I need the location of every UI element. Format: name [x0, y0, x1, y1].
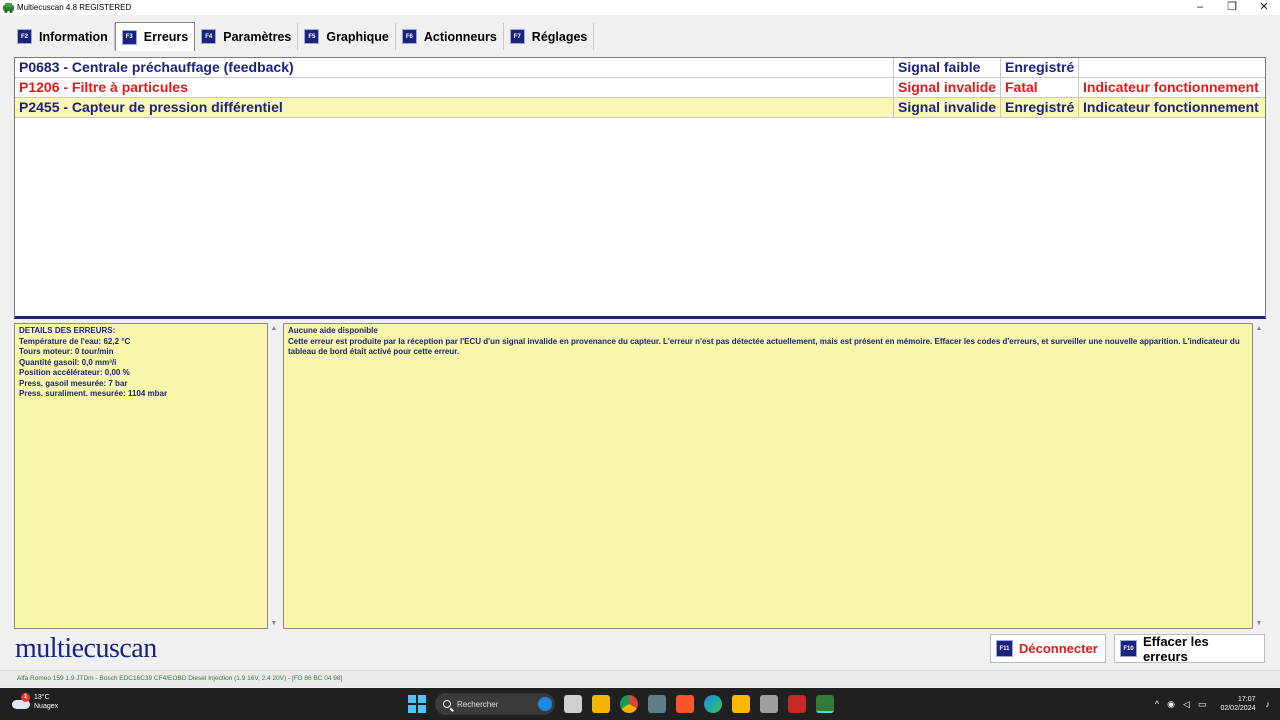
brave-icon[interactable] — [676, 695, 694, 713]
error-code: P0683 - Centrale préchauffage (feedback) — [15, 58, 894, 77]
volume-icon[interactable]: ◁ — [1183, 699, 1190, 710]
battery-icon[interactable]: ▭ — [1198, 699, 1207, 710]
details-line: Position accélérateur: 0,00 % — [19, 368, 130, 377]
tab-label: Erreurs — [143, 30, 189, 44]
clock-time: 17:07 — [1237, 696, 1256, 703]
tab-parametres[interactable]: F4 Paramètres — [195, 23, 299, 50]
error-code: P1206 - Filtre à particules — [15, 78, 894, 97]
scroll-up-icon[interactable]: ▲ — [1253, 325, 1265, 332]
error-list[interactable]: P0683 - Centrale préchauffage (feedback)… — [14, 57, 1266, 319]
error-row[interactable]: P1206 - Filtre à particules Signal inval… — [15, 78, 1265, 98]
error-signal: Signal invalide — [894, 78, 1001, 97]
file-explorer-icon[interactable] — [592, 695, 610, 713]
f-key-badge: F10 — [1120, 640, 1137, 657]
error-status: Enregistré — [1001, 58, 1079, 77]
chrome-icon[interactable] — [620, 695, 638, 713]
error-status: Enregistré — [1001, 98, 1079, 117]
error-signal: Signal invalide — [894, 98, 1001, 117]
multiecuscan-taskbar-icon[interactable] — [816, 695, 834, 713]
tab-label: Réglages — [531, 29, 588, 44]
multiecuscan-logo: multiecuscan — [15, 633, 157, 664]
details-title: DETAILS DES ERREURS: — [19, 326, 116, 335]
details-line: Quantité gasoil: 0,0 mm³/i — [19, 357, 117, 367]
app-window: Multiecuscan 4.8 REGISTERED – ❐ ✕ F2 Inf… — [0, 0, 1280, 720]
edge-icon[interactable] — [704, 695, 722, 713]
disconnect-label: Déconnecter — [1019, 641, 1098, 656]
notification-badge: 1 — [21, 693, 30, 702]
help-title: Aucune aide disponible — [288, 326, 378, 335]
tab-reglages[interactable]: F7 Réglages — [503, 23, 595, 50]
f-key-badge: F7 — [509, 29, 525, 44]
clear-errors-label: Effacer les erreurs — [1142, 633, 1209, 664]
scroll-up-icon[interactable]: ▲ — [268, 325, 280, 332]
error-status: Fatal — [1001, 78, 1079, 97]
window-controls: – ❐ ✕ — [1184, 0, 1280, 15]
network-icon[interactable]: ◉ — [1167, 699, 1175, 710]
details-scrollbar[interactable]: ▲ ▼ — [268, 323, 280, 629]
cloud-icon: 1 — [12, 693, 30, 709]
tab-bar: F2 Information F3 Erreurs F4 Paramètres … — [0, 15, 1280, 53]
taskbar-search[interactable]: Rechercher — [435, 693, 555, 715]
app-icon[interactable] — [788, 695, 806, 713]
error-indicator — [1079, 58, 1265, 77]
app-icon[interactable] — [648, 695, 666, 713]
tab-label: Information — [39, 29, 108, 44]
error-details-pane[interactable]: DETAILS DES ERREURS: Température de l'ea… — [14, 323, 268, 629]
search-placeholder: Rechercher — [457, 699, 499, 709]
close-button[interactable]: ✕ — [1248, 0, 1280, 15]
status-bar: Alfa Romeo 159 1.9 JTDm - Bosch EDC16C39… — [0, 670, 1280, 687]
scroll-down-icon[interactable]: ▼ — [268, 620, 280, 627]
windows-start-icon[interactable] — [408, 695, 426, 713]
error-row[interactable]: P0683 - Centrale préchauffage (feedback)… — [15, 58, 1265, 78]
tab-label: Paramètres — [223, 29, 292, 44]
maximize-button[interactable]: ❐ — [1216, 0, 1248, 15]
tab-actionneurs[interactable]: F6 Actionneurs — [395, 23, 504, 50]
error-signal: Signal faible — [894, 58, 1001, 77]
weather-temperature: 13°C — [34, 694, 50, 701]
clear-errors-button[interactable]: F10 Effacer les erreurs — [1114, 633, 1265, 664]
f-key-badge: F2 — [17, 29, 32, 44]
error-code: P2455 - Capteur de pression différentiel — [15, 98, 894, 117]
weather-widget[interactable]: 1 13°C Nuagex — [12, 693, 58, 711]
details-line: Press. gasoil mesurée: 7 bar — [19, 378, 128, 388]
f-key-badge: F3 — [121, 29, 137, 45]
f-key-badge: F11 — [996, 640, 1013, 657]
f-key-badge: F6 — [401, 29, 417, 44]
error-indicator: Indicateur fonctionnement — [1083, 99, 1259, 115]
details-line: Press. suraliment. mesurée: 1104 mbar — [19, 389, 168, 398]
error-row-selected[interactable]: P2455 - Capteur de pression différentiel… — [15, 98, 1265, 118]
system-tray: ^ ◉ ◁ ▭ 17:07 02/02/2024 ♪ — [1151, 688, 1280, 720]
title-bar: Multiecuscan 4.8 REGISTERED – ❐ ✕ — [0, 0, 1280, 15]
details-line: Tours moteur: 0 tour/min — [19, 347, 114, 356]
f-key-badge: F5 — [304, 29, 320, 44]
chevron-up-icon[interactable]: ^ — [1155, 699, 1159, 709]
minimize-button[interactable]: – — [1184, 0, 1216, 15]
tab-erreurs[interactable]: F3 Erreurs — [114, 22, 196, 51]
help-text: Cette erreur est produite par la récepti… — [288, 336, 1240, 357]
task-view-icon[interactable] — [564, 695, 582, 713]
tab-label: Actionneurs — [423, 29, 497, 44]
scroll-down-icon[interactable]: ▼ — [1253, 620, 1265, 627]
window-title: Multiecuscan 4.8 REGISTERED — [17, 3, 132, 12]
tab-information[interactable]: F2 Information — [11, 23, 115, 50]
f-key-badge: F4 — [201, 29, 217, 44]
search-icon — [443, 700, 451, 708]
notification-bell-icon[interactable]: ♪ — [1266, 699, 1271, 709]
help-scrollbar[interactable]: ▲ ▼ — [1253, 323, 1265, 629]
tab-graphique[interactable]: F5 Graphique — [298, 23, 396, 50]
error-help-pane[interactable]: Aucune aide disponible Cette erreur est … — [283, 323, 1253, 629]
tab-label: Graphique — [326, 29, 389, 44]
car-icon — [3, 2, 14, 13]
clock-date: 02/02/2024 — [1220, 705, 1256, 712]
bing-icon[interactable] — [538, 697, 552, 711]
weather-condition: Nuagex — [34, 703, 59, 710]
store-icon[interactable] — [732, 695, 750, 713]
disconnect-button[interactable]: F11 Déconnecter — [990, 634, 1106, 663]
error-indicator: Indicateur fonctionnement — [1083, 79, 1259, 95]
details-line: Température de l'eau: 62,2 °C — [19, 336, 131, 346]
app-icon[interactable] — [760, 695, 778, 713]
taskbar-apps: Rechercher — [408, 692, 839, 716]
taskbar: 1 13°C Nuagex Rechercher ^ ◉ ◁ ▭ 17:07 0… — [0, 688, 1280, 720]
clock[interactable]: 17:07 02/02/2024 — [1220, 695, 1255, 713]
